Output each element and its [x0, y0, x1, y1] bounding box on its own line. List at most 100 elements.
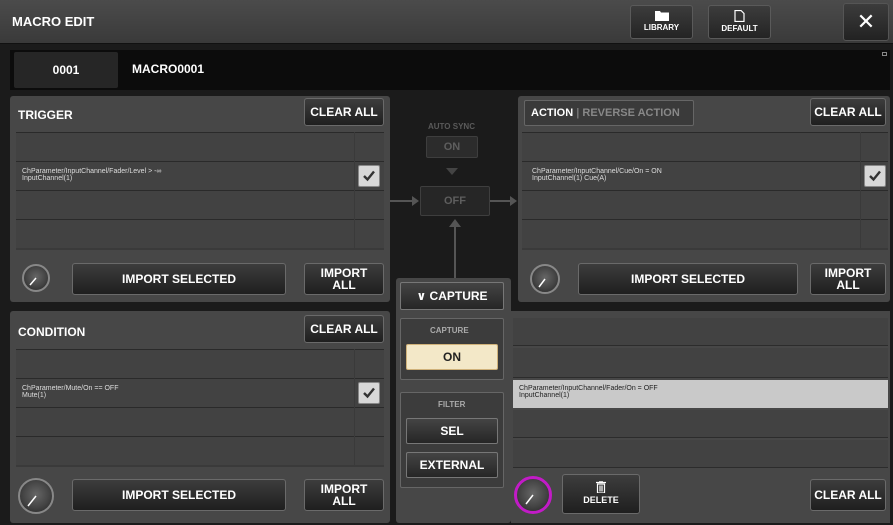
list-item[interactable]	[522, 190, 860, 219]
trigger-title: TRIGGER	[18, 108, 73, 122]
import-all-label-2: ALL	[332, 278, 356, 292]
list-item-check-cell[interactable]	[355, 349, 384, 378]
flow-line	[490, 200, 512, 202]
list-item[interactable]	[522, 219, 860, 248]
flow-arrow-down-icon	[446, 168, 458, 175]
default-button[interactable]: DEFAULT	[708, 5, 771, 39]
list-item[interactable]	[513, 410, 888, 438]
trigger-import-all-button[interactable]: IMPORT ALL	[304, 263, 384, 295]
list-item[interactable]	[513, 348, 888, 378]
list-item[interactable]	[16, 436, 354, 465]
edit-corner-icon	[882, 52, 887, 56]
list-item[interactable]	[513, 318, 888, 346]
filter-external-button[interactable]: EXTERNAL	[406, 452, 498, 478]
checkmark-icon	[363, 170, 375, 182]
import-all-label-2: ALL	[332, 494, 356, 508]
list-item-selected[interactable]: ChParameter/InputChannel/Fader/On = OFF I…	[513, 380, 888, 408]
capture-on-button[interactable]: ON	[406, 344, 498, 370]
flow-line	[454, 226, 456, 278]
list-item[interactable]: ChParameter/InputChannel/Fader/Level > -…	[16, 161, 354, 190]
list-item-check-cell[interactable]	[355, 407, 384, 436]
capture-clear-all-button[interactable]: CLEAR ALL	[810, 479, 886, 511]
auto-sync-toggle[interactable]: ON	[426, 136, 478, 158]
list-item-text: ChParameter/InputChannel/Fader/On = OFF I…	[519, 385, 658, 399]
knob-indicator-icon	[538, 278, 546, 288]
window-title: MACRO EDIT	[12, 14, 95, 29]
capture-section-label: CAPTURE	[430, 326, 469, 335]
flow-arrow-up-icon	[449, 219, 461, 227]
list-item[interactable]	[513, 440, 888, 468]
condition-list: ChParameter/Mute/On == OFF Mute(1)	[16, 349, 384, 467]
condition-clear-all-button[interactable]: CLEAR ALL	[304, 315, 384, 343]
action-knob[interactable]	[530, 264, 560, 294]
list-item[interactable]	[522, 132, 860, 161]
condition-knob[interactable]	[18, 478, 54, 514]
list-item-text: ChParameter/InputChannel/Fader/Level > -…	[22, 168, 162, 182]
folder-icon	[654, 11, 669, 21]
list-item-check-cell[interactable]	[355, 161, 384, 190]
list-item[interactable]: ChParameter/Mute/On == OFF Mute(1)	[16, 378, 354, 407]
capture-collapse-button[interactable]: ∨ CAPTURE	[400, 282, 504, 310]
capture-collapse-label: CAPTURE	[429, 289, 488, 303]
filter-sel-button[interactable]: SEL	[406, 418, 498, 444]
list-item[interactable]	[16, 219, 354, 248]
list-item-check-cell[interactable]	[355, 436, 384, 465]
action-row-checkbox[interactable]	[864, 165, 886, 187]
tab-action[interactable]: ACTION	[531, 107, 573, 119]
list-item[interactable]	[16, 132, 354, 161]
checkmark-icon	[869, 170, 881, 182]
document-icon	[734, 10, 745, 22]
list-item-text: ChParameter/Mute/On == OFF Mute(1)	[22, 385, 119, 399]
flow-arrow-right-icon	[412, 196, 419, 206]
condition-import-all-button[interactable]: IMPORT ALL	[304, 479, 384, 511]
default-label: DEFAULT	[721, 24, 758, 33]
trigger-clear-all-button[interactable]: CLEAR ALL	[304, 98, 384, 126]
list-item[interactable]	[16, 190, 354, 219]
delete-label: DELETE	[583, 495, 619, 505]
delete-button[interactable]: DELETE	[562, 474, 640, 514]
close-button[interactable]: ✕	[843, 3, 889, 41]
list-item-check-cell[interactable]	[861, 190, 888, 219]
list-item-check-cell[interactable]	[355, 132, 384, 161]
action-list: ChParameter/InputChannel/Cue/On = ON Inpu…	[522, 132, 888, 250]
knob-indicator-icon	[525, 494, 534, 505]
list-item-check-cell[interactable]	[355, 190, 384, 219]
list-item-check-cell[interactable]	[355, 378, 384, 407]
condition-import-selected-button[interactable]: IMPORT SELECTED	[72, 479, 286, 511]
macro-number[interactable]: 0001	[14, 52, 118, 88]
checkmark-icon	[363, 387, 375, 399]
trigger-list: ChParameter/InputChannel/Fader/Level > -…	[16, 132, 384, 250]
library-label: LIBRARY	[643, 23, 680, 32]
trash-icon	[596, 480, 606, 494]
action-import-selected-button[interactable]: IMPORT SELECTED	[578, 263, 798, 295]
action-tab-group: ACTION | REVERSE ACTION	[524, 100, 694, 126]
close-icon: ✕	[856, 9, 876, 34]
knob-indicator-icon	[27, 495, 37, 507]
trigger-import-selected-button[interactable]: IMPORT SELECTED	[72, 263, 286, 295]
action-clear-all-button[interactable]: CLEAR ALL	[810, 98, 886, 126]
list-item-check-cell[interactable]	[861, 219, 888, 248]
list-item-check-cell[interactable]	[861, 132, 888, 161]
macro-name-field[interactable]: MACRO0001	[132, 62, 204, 76]
filter-label: FILTER	[438, 400, 466, 409]
capture-knob[interactable]	[514, 476, 552, 514]
list-item[interactable]	[16, 349, 354, 378]
knob-indicator-icon	[29, 277, 37, 286]
list-item[interactable]: ChParameter/InputChannel/Cue/On = ON Inpu…	[522, 161, 860, 190]
list-item-text: ChParameter/InputChannel/Cue/On = ON Inpu…	[532, 168, 662, 182]
flow-arrow-right-icon	[510, 196, 517, 206]
tab-reverse-action[interactable]: REVERSE ACTION	[582, 107, 679, 119]
condition-title: CONDITION	[18, 325, 86, 339]
list-item-check-cell[interactable]	[861, 161, 888, 190]
trigger-knob[interactable]	[22, 264, 50, 292]
list-item[interactable]	[16, 407, 354, 436]
trigger-row-checkbox[interactable]	[358, 165, 380, 187]
chevron-down-icon: ∨	[416, 289, 427, 303]
auto-sync-label: AUTO SYNC	[428, 122, 475, 131]
library-button[interactable]: LIBRARY	[630, 5, 693, 39]
action-import-all-button[interactable]: IMPORT ALL	[810, 263, 886, 295]
list-item-check-cell[interactable]	[355, 219, 384, 248]
condition-row-checkbox[interactable]	[358, 382, 380, 404]
sync-off-button[interactable]: OFF	[420, 186, 490, 216]
import-all-label-2: ALL	[836, 278, 860, 292]
